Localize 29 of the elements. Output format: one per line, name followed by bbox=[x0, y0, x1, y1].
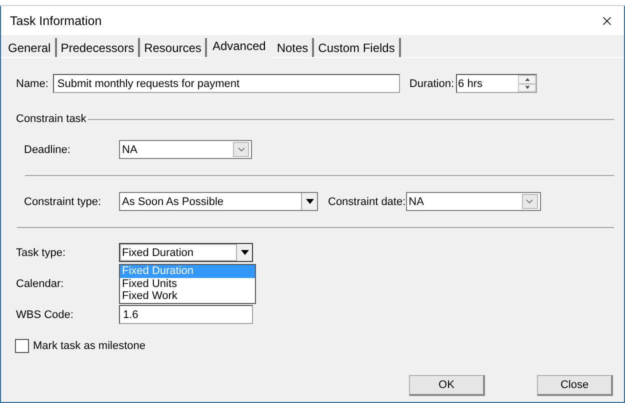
checkbox-label: Mark task as milestone bbox=[33, 340, 146, 352]
group-title: Constrain task bbox=[16, 113, 86, 125]
tab[interactable]: General bbox=[4, 38, 57, 57]
dialog-button[interactable]: OK bbox=[409, 375, 485, 396]
deadline-field[interactable]: NA bbox=[119, 140, 252, 159]
name-field[interactable]: Submit monthly requests for payment bbox=[53, 74, 400, 93]
dropdown-icon[interactable] bbox=[236, 244, 252, 261]
window-title: Task Information bbox=[10, 14, 102, 28]
dropdown-icon[interactable] bbox=[301, 193, 317, 210]
tab[interactable]: Custom Fields bbox=[314, 38, 401, 57]
field-label: Task type: bbox=[16, 246, 67, 258]
spinner-icon[interactable] bbox=[518, 75, 536, 92]
field-label: Constraint type: bbox=[24, 196, 102, 208]
field-label: Name: bbox=[16, 78, 48, 90]
wbs-code-field[interactable]: 1.6 bbox=[119, 305, 253, 324]
field-label: WBS Code: bbox=[16, 308, 74, 320]
dialog-button[interactable]: Close bbox=[537, 375, 613, 396]
duration-field[interactable]: 6 hrs bbox=[456, 74, 538, 93]
field-label: Deadline: bbox=[24, 144, 72, 156]
field-label: Duration: bbox=[409, 78, 454, 90]
dropdown-option[interactable]: Fixed Units bbox=[120, 278, 255, 290]
tab[interactable]: Notes bbox=[272, 38, 314, 57]
tab[interactable]: Predecessors bbox=[56, 38, 140, 57]
task-type-dropdown[interactable]: Fixed Duration bbox=[119, 243, 253, 262]
field-label: Constraint date: bbox=[328, 196, 406, 208]
constraint-date-field[interactable]: NA bbox=[406, 192, 541, 211]
field-label: Calendar: bbox=[16, 278, 65, 290]
checkbox[interactable] bbox=[15, 339, 29, 353]
constraint-type-dropdown[interactable]: As Soon As Possible bbox=[119, 192, 318, 211]
